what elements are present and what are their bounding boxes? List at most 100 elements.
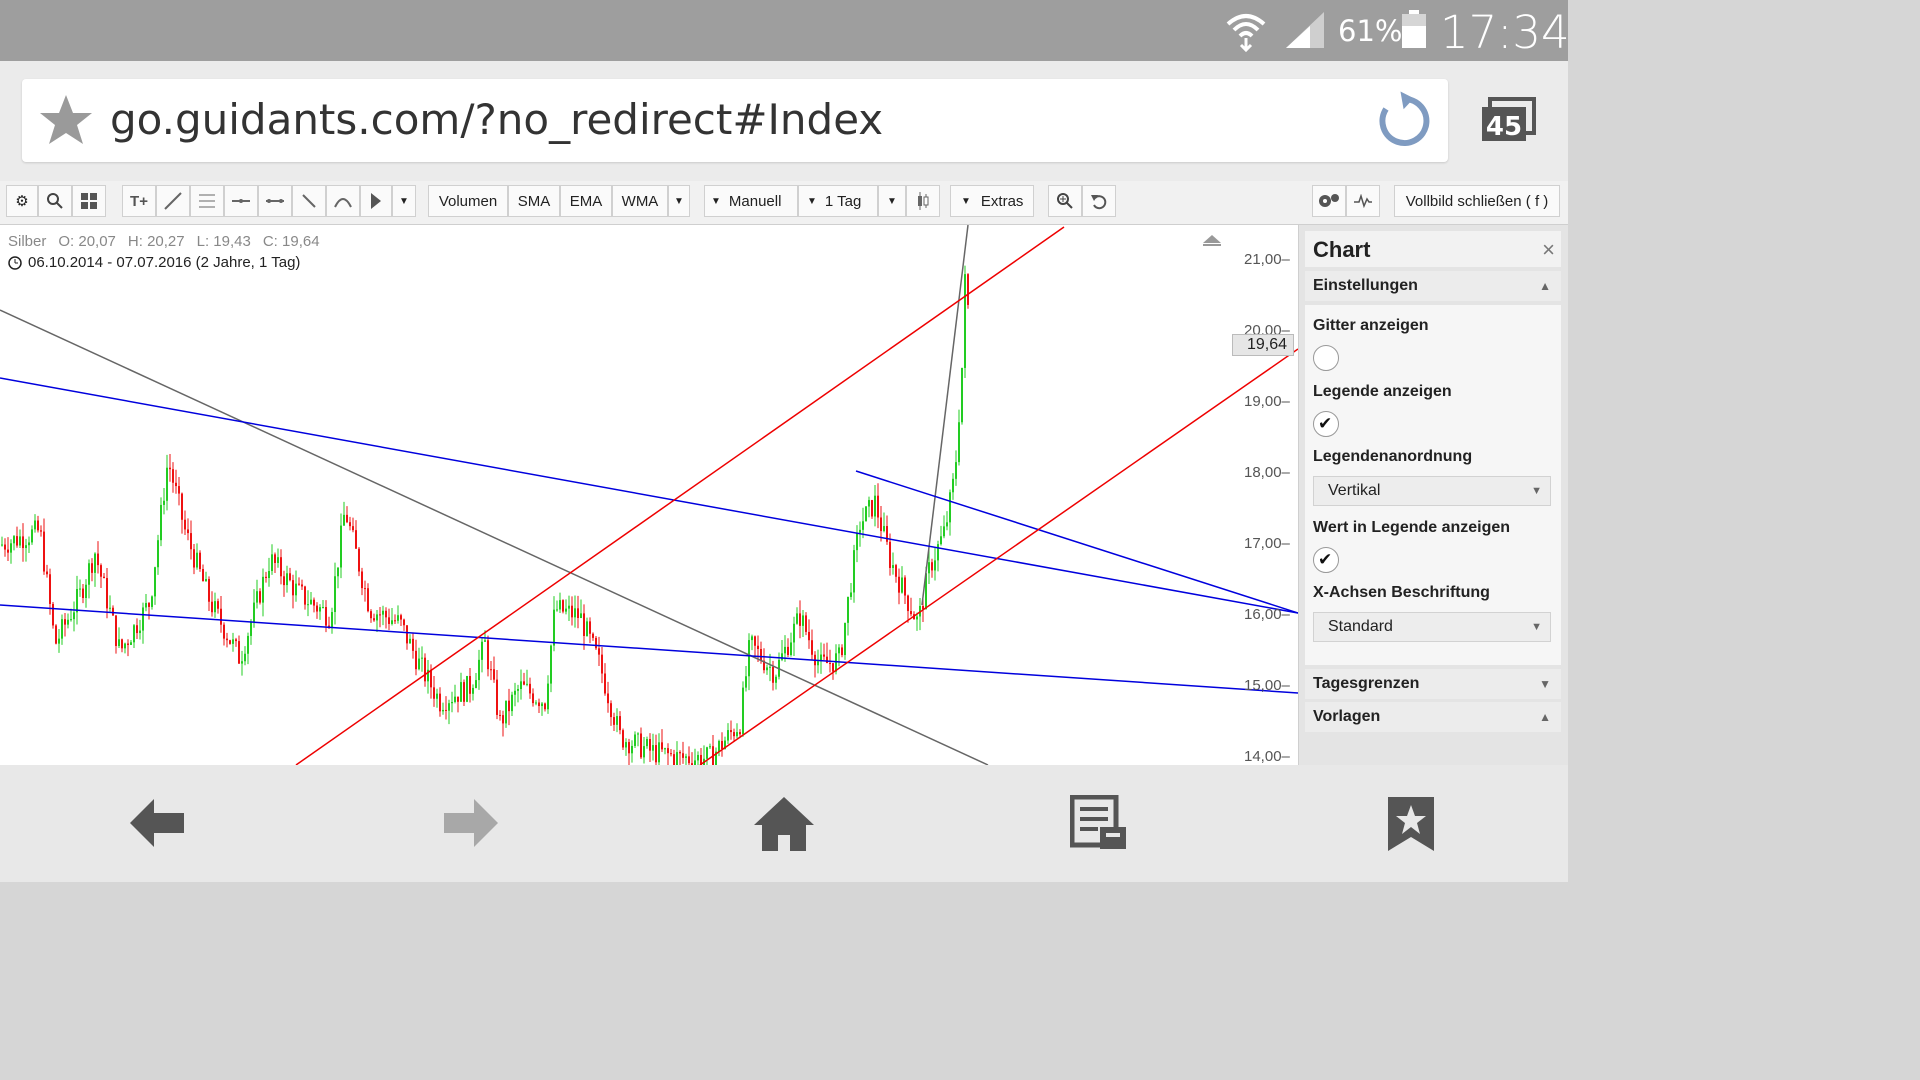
candle-body bbox=[580, 613, 582, 619]
candle-body bbox=[244, 653, 246, 662]
candle-body bbox=[163, 500, 165, 505]
candle-body bbox=[847, 596, 849, 623]
status-bar: 61% 17:34 bbox=[0, 0, 1570, 61]
candle-body bbox=[46, 571, 48, 575]
candle-body bbox=[634, 734, 636, 746]
candle-body bbox=[583, 613, 585, 636]
star-icon[interactable] bbox=[38, 93, 94, 152]
candle-body bbox=[640, 733, 642, 758]
settings-panel-button[interactable] bbox=[1312, 185, 1346, 217]
browser-bottom-bar bbox=[0, 765, 1568, 882]
layout-button[interactable] bbox=[72, 185, 106, 217]
value-in-legend-checkbox[interactable]: ✔ bbox=[1313, 547, 1339, 573]
indicator-dropdown[interactable]: ▼ bbox=[668, 185, 690, 217]
back-button[interactable] bbox=[128, 795, 186, 856]
ema-button[interactable]: EMA bbox=[560, 185, 612, 217]
candle-body bbox=[115, 615, 117, 646]
extras-select[interactable]: ▼ Extras bbox=[950, 185, 1034, 217]
chart-type-button[interactable] bbox=[906, 185, 940, 217]
candle-body bbox=[406, 625, 408, 644]
candle-body bbox=[178, 486, 180, 494]
wma-button[interactable]: WMA bbox=[612, 185, 668, 217]
candle-body bbox=[454, 696, 456, 702]
candle-body bbox=[775, 676, 777, 683]
candle-body bbox=[559, 600, 561, 610]
candle-body bbox=[916, 616, 918, 620]
candle-body bbox=[175, 482, 177, 487]
candle-body bbox=[868, 500, 870, 507]
caret-down-icon: ▼ bbox=[887, 195, 897, 207]
zoom-in-button[interactable] bbox=[1048, 185, 1082, 217]
period-select[interactable]: ▼ 1 Tag bbox=[798, 185, 878, 217]
candle-body bbox=[571, 605, 573, 618]
legend-layout-select[interactable]: Vertikal ▼ bbox=[1313, 476, 1551, 506]
hline-tool-button[interactable] bbox=[224, 185, 258, 217]
candle-body bbox=[538, 702, 540, 707]
zoom-search-button[interactable] bbox=[38, 185, 72, 217]
volume-button[interactable]: Volumen bbox=[428, 185, 508, 217]
undo-icon bbox=[1091, 195, 1107, 210]
close-fullscreen-button[interactable]: Vollbild schließen ( f ) bbox=[1394, 185, 1560, 217]
settings-gear-button[interactable]: ⚙ bbox=[6, 185, 38, 217]
section-day-limits[interactable]: Tagesgrenzen ▼ bbox=[1305, 669, 1561, 699]
arc-tool-button[interactable] bbox=[326, 185, 360, 217]
candle-body bbox=[946, 522, 948, 527]
chart-canvas[interactable]: Silber O: 20,07 H: 20,27 L: 19,43 C: 19,… bbox=[0, 225, 1298, 765]
bookmark-icon bbox=[1388, 797, 1434, 851]
candle-body bbox=[655, 745, 657, 763]
candle-body bbox=[409, 638, 411, 644]
candle-body bbox=[481, 641, 483, 660]
close-icon[interactable]: × bbox=[1542, 237, 1555, 263]
candle-body bbox=[625, 742, 627, 748]
reader-mode-button[interactable] bbox=[1069, 794, 1128, 856]
section-templates[interactable]: Vorlagen ▲ bbox=[1305, 702, 1561, 732]
grid-layout-icon bbox=[81, 193, 97, 209]
caret-down-icon: ▼ bbox=[674, 195, 684, 207]
candle-body bbox=[19, 536, 21, 546]
line-tool-button[interactable] bbox=[156, 185, 190, 217]
segment-tool-button[interactable] bbox=[258, 185, 292, 217]
reload-icon[interactable] bbox=[1374, 91, 1434, 156]
candle-body bbox=[376, 614, 378, 621]
candle-body bbox=[787, 646, 789, 655]
cursor-tool-button[interactable] bbox=[360, 185, 392, 217]
pencil-icon bbox=[302, 194, 316, 208]
tab-count: 45 bbox=[1486, 112, 1522, 142]
sma-button[interactable]: SMA bbox=[508, 185, 560, 217]
candle-body bbox=[721, 740, 723, 750]
section-settings[interactable]: Einstellungen ▲ bbox=[1305, 271, 1561, 301]
candle-body bbox=[187, 529, 189, 534]
collapse-icon[interactable] bbox=[1202, 233, 1222, 252]
channel-line-blue-short bbox=[855, 470, 1298, 614]
candle-body bbox=[508, 700, 510, 712]
candle-body bbox=[955, 462, 957, 479]
text-tool-button[interactable]: T+ bbox=[122, 185, 156, 217]
candle-body bbox=[22, 536, 24, 549]
undo-button[interactable] bbox=[1082, 185, 1116, 217]
candle-body bbox=[751, 636, 753, 641]
grid-checkbox[interactable] bbox=[1313, 345, 1339, 371]
settings-body: Gitter anzeigen Legende anzeigen ✔ Legen… bbox=[1305, 305, 1561, 665]
caret-down-icon: ▼ bbox=[1531, 621, 1542, 633]
legend-checkbox[interactable]: ✔ bbox=[1313, 411, 1339, 437]
home-button[interactable] bbox=[752, 795, 816, 858]
url-text[interactable]: go.guidants.com/?no_redirect#Index bbox=[110, 95, 883, 144]
instrument-name: Silber bbox=[8, 233, 47, 250]
tools-dropdown[interactable]: ▼ bbox=[392, 185, 416, 217]
forward-button[interactable] bbox=[442, 795, 500, 856]
mode-select[interactable]: ▼ Manuell bbox=[704, 185, 798, 217]
bookmarks-button[interactable] bbox=[1386, 795, 1436, 858]
candle-body bbox=[76, 589, 78, 613]
candle-body bbox=[55, 625, 57, 644]
x-axis-select[interactable]: Standard ▼ bbox=[1313, 612, 1551, 642]
candle-body bbox=[130, 642, 132, 645]
battery-icon bbox=[1400, 10, 1428, 55]
candle-body bbox=[199, 552, 201, 570]
pencil-tool-button[interactable] bbox=[292, 185, 326, 217]
address-bar[interactable]: go.guidants.com/?no_redirect#Index bbox=[22, 79, 1448, 162]
tabs-button[interactable]: 45 bbox=[1480, 97, 1538, 148]
pulse-button[interactable] bbox=[1346, 185, 1380, 217]
price-chart[interactable] bbox=[0, 225, 1298, 765]
chart-type-dropdown[interactable]: ▼ bbox=[878, 185, 906, 217]
fib-tool-button[interactable] bbox=[190, 185, 224, 217]
